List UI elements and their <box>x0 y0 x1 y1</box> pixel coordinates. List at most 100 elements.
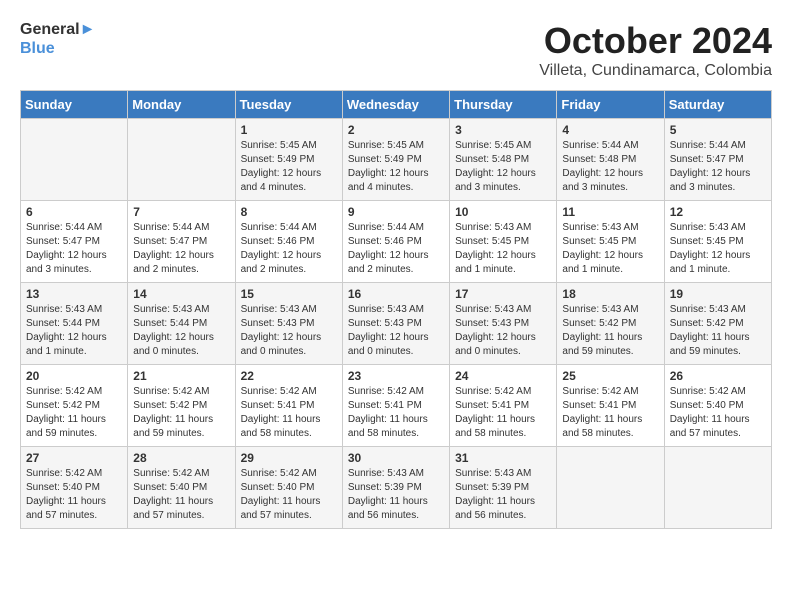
day-info: Sunrise: 5:43 AM Sunset: 5:44 PM Dayligh… <box>133 303 229 359</box>
day-info: Sunrise: 5:42 AM Sunset: 5:41 PM Dayligh… <box>562 385 658 441</box>
weekday-header-monday: Monday <box>128 91 235 119</box>
day-number: 1 <box>241 123 337 137</box>
calendar-cell: 11 Sunrise: 5:43 AM Sunset: 5:45 PM Dayli… <box>557 201 664 283</box>
calendar-week-row: 6 Sunrise: 5:44 AM Sunset: 5:47 PM Daylig… <box>21 201 772 283</box>
day-info: Sunrise: 5:42 AM Sunset: 5:41 PM Dayligh… <box>348 385 444 441</box>
day-info: Sunrise: 5:43 AM Sunset: 5:43 PM Dayligh… <box>348 303 444 359</box>
weekday-header-saturday: Saturday <box>664 91 771 119</box>
day-info: Sunrise: 5:42 AM Sunset: 5:40 PM Dayligh… <box>241 467 337 523</box>
calendar-cell: 3Sunrise: 5:45 AM Sunset: 5:48 PM Daylig… <box>450 119 557 201</box>
calendar-cell: 17 Sunrise: 5:43 AM Sunset: 5:43 PM Dayli… <box>450 283 557 365</box>
calendar-cell: 7 Sunrise: 5:44 AM Sunset: 5:47 PM Daylig… <box>128 201 235 283</box>
day-number: 28 <box>133 451 229 465</box>
weekday-header-row: SundayMondayTuesdayWednesdayThursdayFrid… <box>21 91 772 119</box>
day-number: 4 <box>562 123 658 137</box>
day-number: 30 <box>348 451 444 465</box>
weekday-header-sunday: Sunday <box>21 91 128 119</box>
weekday-header-thursday: Thursday <box>450 91 557 119</box>
day-number: 27 <box>26 451 122 465</box>
day-number: 23 <box>348 369 444 383</box>
day-number: 13 <box>26 287 122 301</box>
day-number: 22 <box>241 369 337 383</box>
calendar-cell: 27 Sunrise: 5:42 AM Sunset: 5:40 PM Dayli… <box>21 447 128 529</box>
calendar-cell: 26 Sunrise: 5:42 AM Sunset: 5:40 PM Dayli… <box>664 365 771 447</box>
day-info: Sunrise: 5:43 AM Sunset: 5:43 PM Dayligh… <box>241 303 337 359</box>
calendar-cell <box>128 119 235 201</box>
calendar-cell: 5 Sunrise: 5:44 AM Sunset: 5:47 PM Daylig… <box>664 119 771 201</box>
day-number: 16 <box>348 287 444 301</box>
day-info: Sunrise: 5:44 AM Sunset: 5:46 PM Dayligh… <box>241 221 337 277</box>
day-info: Sunrise: 5:45 AM Sunset: 5:49 PM Dayligh… <box>348 139 444 195</box>
calendar-cell: 23 Sunrise: 5:42 AM Sunset: 5:41 PM Dayli… <box>342 365 449 447</box>
calendar-cell <box>21 119 128 201</box>
calendar-location: Villeta, Cundinamarca, Colombia <box>539 62 772 80</box>
day-number: 8 <box>241 205 337 219</box>
calendar-cell: 29 Sunrise: 5:42 AM Sunset: 5:40 PM Dayli… <box>235 447 342 529</box>
calendar-cell: 15 Sunrise: 5:43 AM Sunset: 5:43 PM Dayli… <box>235 283 342 365</box>
day-info: Sunrise: 5:44 AM Sunset: 5:47 PM Dayligh… <box>670 139 766 195</box>
day-number: 25 <box>562 369 658 383</box>
calendar-cell: 12Sunrise: 5:43 AM Sunset: 5:45 PM Dayli… <box>664 201 771 283</box>
day-number: 10 <box>455 205 551 219</box>
day-info: Sunrise: 5:43 AM Sunset: 5:43 PM Dayligh… <box>455 303 551 359</box>
day-number: 2 <box>348 123 444 137</box>
day-number: 21 <box>133 369 229 383</box>
calendar-cell: 28 Sunrise: 5:42 AM Sunset: 5:40 PM Dayli… <box>128 447 235 529</box>
title-block: October 2024 Villeta, Cundinamarca, Colo… <box>539 20 772 80</box>
calendar-cell: 30Sunrise: 5:43 AM Sunset: 5:39 PM Dayli… <box>342 447 449 529</box>
calendar-cell <box>664 447 771 529</box>
day-number: 24 <box>455 369 551 383</box>
day-info: Sunrise: 5:43 AM Sunset: 5:39 PM Dayligh… <box>455 467 551 523</box>
day-info: Sunrise: 5:42 AM Sunset: 5:40 PM Dayligh… <box>26 467 122 523</box>
day-number: 17 <box>455 287 551 301</box>
calendar-cell: 31 Sunrise: 5:43 AM Sunset: 5:39 PM Dayli… <box>450 447 557 529</box>
day-number: 14 <box>133 287 229 301</box>
day-info: Sunrise: 5:43 AM Sunset: 5:45 PM Dayligh… <box>670 221 766 277</box>
calendar-cell <box>557 447 664 529</box>
day-number: 15 <box>241 287 337 301</box>
day-number: 5 <box>670 123 766 137</box>
day-number: 31 <box>455 451 551 465</box>
calendar-cell: 9Sunrise: 5:44 AM Sunset: 5:46 PM Daylig… <box>342 201 449 283</box>
day-info: Sunrise: 5:42 AM Sunset: 5:40 PM Dayligh… <box>670 385 766 441</box>
day-info: Sunrise: 5:44 AM Sunset: 5:48 PM Dayligh… <box>562 139 658 195</box>
weekday-header-tuesday: Tuesday <box>235 91 342 119</box>
calendar-cell: 20Sunrise: 5:42 AM Sunset: 5:42 PM Dayli… <box>21 365 128 447</box>
day-info: Sunrise: 5:43 AM Sunset: 5:42 PM Dayligh… <box>562 303 658 359</box>
day-number: 29 <box>241 451 337 465</box>
day-number: 6 <box>26 205 122 219</box>
calendar-title: October 2024 <box>539 20 772 62</box>
day-number: 9 <box>348 205 444 219</box>
calendar-cell: 18Sunrise: 5:43 AM Sunset: 5:42 PM Dayli… <box>557 283 664 365</box>
calendar-cell: 10 Sunrise: 5:43 AM Sunset: 5:45 PM Dayli… <box>450 201 557 283</box>
calendar-table: SundayMondayTuesdayWednesdayThursdayFrid… <box>20 90 772 529</box>
day-info: Sunrise: 5:43 AM Sunset: 5:44 PM Dayligh… <box>26 303 122 359</box>
day-info: Sunrise: 5:42 AM Sunset: 5:42 PM Dayligh… <box>26 385 122 441</box>
day-info: Sunrise: 5:44 AM Sunset: 5:47 PM Dayligh… <box>26 221 122 277</box>
calendar-week-row: 13 Sunrise: 5:43 AM Sunset: 5:44 PM Dayli… <box>21 283 772 365</box>
day-info: Sunrise: 5:42 AM Sunset: 5:41 PM Dayligh… <box>455 385 551 441</box>
day-info: Sunrise: 5:44 AM Sunset: 5:47 PM Dayligh… <box>133 221 229 277</box>
calendar-cell: 21Sunrise: 5:42 AM Sunset: 5:42 PM Dayli… <box>128 365 235 447</box>
calendar-cell: 19 Sunrise: 5:43 AM Sunset: 5:42 PM Dayli… <box>664 283 771 365</box>
day-number: 19 <box>670 287 766 301</box>
calendar-cell: 4 Sunrise: 5:44 AM Sunset: 5:48 PM Daylig… <box>557 119 664 201</box>
day-number: 11 <box>562 205 658 219</box>
day-number: 3 <box>455 123 551 137</box>
day-info: Sunrise: 5:45 AM Sunset: 5:49 PM Dayligh… <box>241 139 337 195</box>
logo: General► Blue <box>20 20 95 58</box>
calendar-cell: 2 Sunrise: 5:45 AM Sunset: 5:49 PM Daylig… <box>342 119 449 201</box>
calendar-cell: 13 Sunrise: 5:43 AM Sunset: 5:44 PM Dayli… <box>21 283 128 365</box>
calendar-week-row: 27 Sunrise: 5:42 AM Sunset: 5:40 PM Dayli… <box>21 447 772 529</box>
page-header: General► Blue October 2024 Villeta, Cund… <box>20 20 772 80</box>
calendar-cell: 1 Sunrise: 5:45 AM Sunset: 5:49 PM Daylig… <box>235 119 342 201</box>
calendar-week-row: 1 Sunrise: 5:45 AM Sunset: 5:49 PM Daylig… <box>21 119 772 201</box>
day-info: Sunrise: 5:42 AM Sunset: 5:40 PM Dayligh… <box>133 467 229 523</box>
day-info: Sunrise: 5:43 AM Sunset: 5:45 PM Dayligh… <box>455 221 551 277</box>
calendar-cell: 16 Sunrise: 5:43 AM Sunset: 5:43 PM Dayli… <box>342 283 449 365</box>
day-number: 26 <box>670 369 766 383</box>
day-info: Sunrise: 5:43 AM Sunset: 5:42 PM Dayligh… <box>670 303 766 359</box>
calendar-week-row: 20Sunrise: 5:42 AM Sunset: 5:42 PM Dayli… <box>21 365 772 447</box>
day-info: Sunrise: 5:43 AM Sunset: 5:45 PM Dayligh… <box>562 221 658 277</box>
day-number: 7 <box>133 205 229 219</box>
